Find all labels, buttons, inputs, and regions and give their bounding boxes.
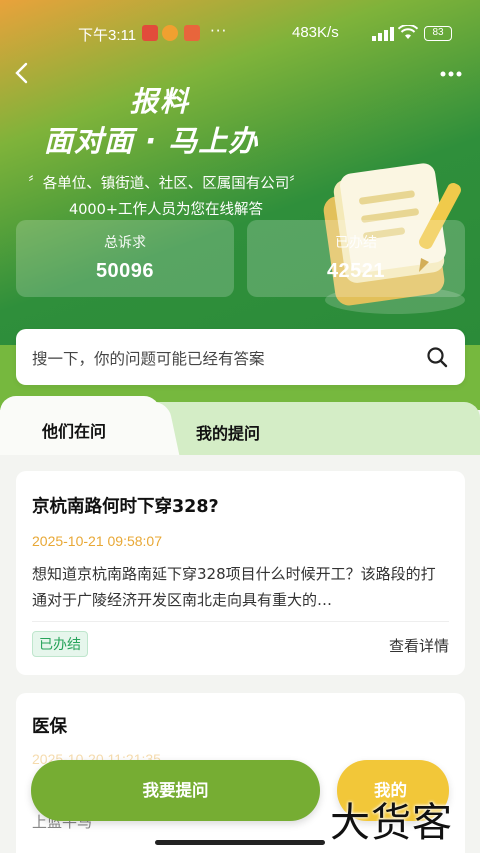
hero-subtitle-2: 4000+工作人员为您在线解答 bbox=[68, 202, 264, 218]
search-input[interactable]: 搜一下，你的问题可能已经有答案 bbox=[32, 347, 265, 369]
card-divider bbox=[32, 621, 449, 622]
status-badge: 已办结 bbox=[32, 631, 88, 657]
more-button[interactable] bbox=[440, 58, 462, 83]
question-description: 想知道京杭南路南延下穿328项目什么时候开工？该路段的打通对于广陵经济开发区南北… bbox=[32, 565, 436, 609]
back-button[interactable] bbox=[14, 62, 34, 86]
more-horizontal-icon bbox=[440, 71, 462, 77]
question-title: 医保 bbox=[32, 717, 67, 737]
tab-others-asking-label: 他们在问 bbox=[42, 422, 107, 441]
network-speed: 483K/s bbox=[292, 24, 339, 41]
question-title: 京杭南路何时下穿328? bbox=[32, 497, 219, 517]
app-notification-icon bbox=[184, 25, 200, 41]
search-icon[interactable] bbox=[425, 345, 449, 369]
completed-card: 已办结 42521 bbox=[247, 220, 465, 297]
question-date: 2025-10-21 09:58:07 bbox=[32, 533, 162, 549]
watermark-logo: 大货客 bbox=[330, 800, 453, 846]
total-requests-value: 50096 bbox=[95, 260, 155, 282]
app-notification-icon bbox=[142, 25, 158, 41]
ask-question-button[interactable]: 我要提问 bbox=[31, 760, 320, 821]
total-requests-card: 总诉求 50096 bbox=[16, 220, 234, 297]
hero-title: 报料 bbox=[130, 85, 191, 118]
question-card[interactable]: 京杭南路何时下穿328? 2025-10-21 09:58:07 想知道京杭南路… bbox=[16, 471, 465, 675]
weibo-icon bbox=[162, 25, 178, 41]
status-time: 下午3:11 bbox=[78, 27, 137, 44]
status-more-icon: ··· bbox=[210, 22, 228, 40]
status-bar: 下午3:11 ··· 483K/s 83 bbox=[0, 22, 480, 46]
hero-banner: 下午3:11 ··· 483K/s 83 报料 面对面 · 马上办 〞各单位、镇… bbox=[0, 0, 480, 345]
battery-icon: 83 bbox=[424, 26, 452, 41]
hero-subtitle: 〞各单位、镇街道、社区、区属国有公司〞 bbox=[28, 176, 304, 192]
completed-label: 已办结 bbox=[335, 235, 377, 251]
home-indicator[interactable] bbox=[155, 840, 325, 845]
view-detail-link[interactable]: 查看详情 bbox=[389, 635, 449, 656]
completed-value: 42521 bbox=[326, 260, 386, 282]
total-requests-label: 总诉求 bbox=[104, 235, 146, 251]
question-tabs: 我的提问 他们在问 bbox=[0, 396, 480, 458]
signal-icon bbox=[372, 27, 394, 41]
hero-title-line2: 面对面 · 马上办 bbox=[44, 124, 259, 158]
tab-others-asking[interactable]: 他们在问 bbox=[0, 396, 160, 458]
search-bar[interactable]: 搜一下，你的问题可能已经有答案 bbox=[16, 329, 465, 385]
chevron-left-icon bbox=[15, 62, 28, 84]
tab-my-questions-label[interactable]: 我的提问 bbox=[196, 420, 260, 444]
wifi-icon bbox=[397, 23, 419, 45]
